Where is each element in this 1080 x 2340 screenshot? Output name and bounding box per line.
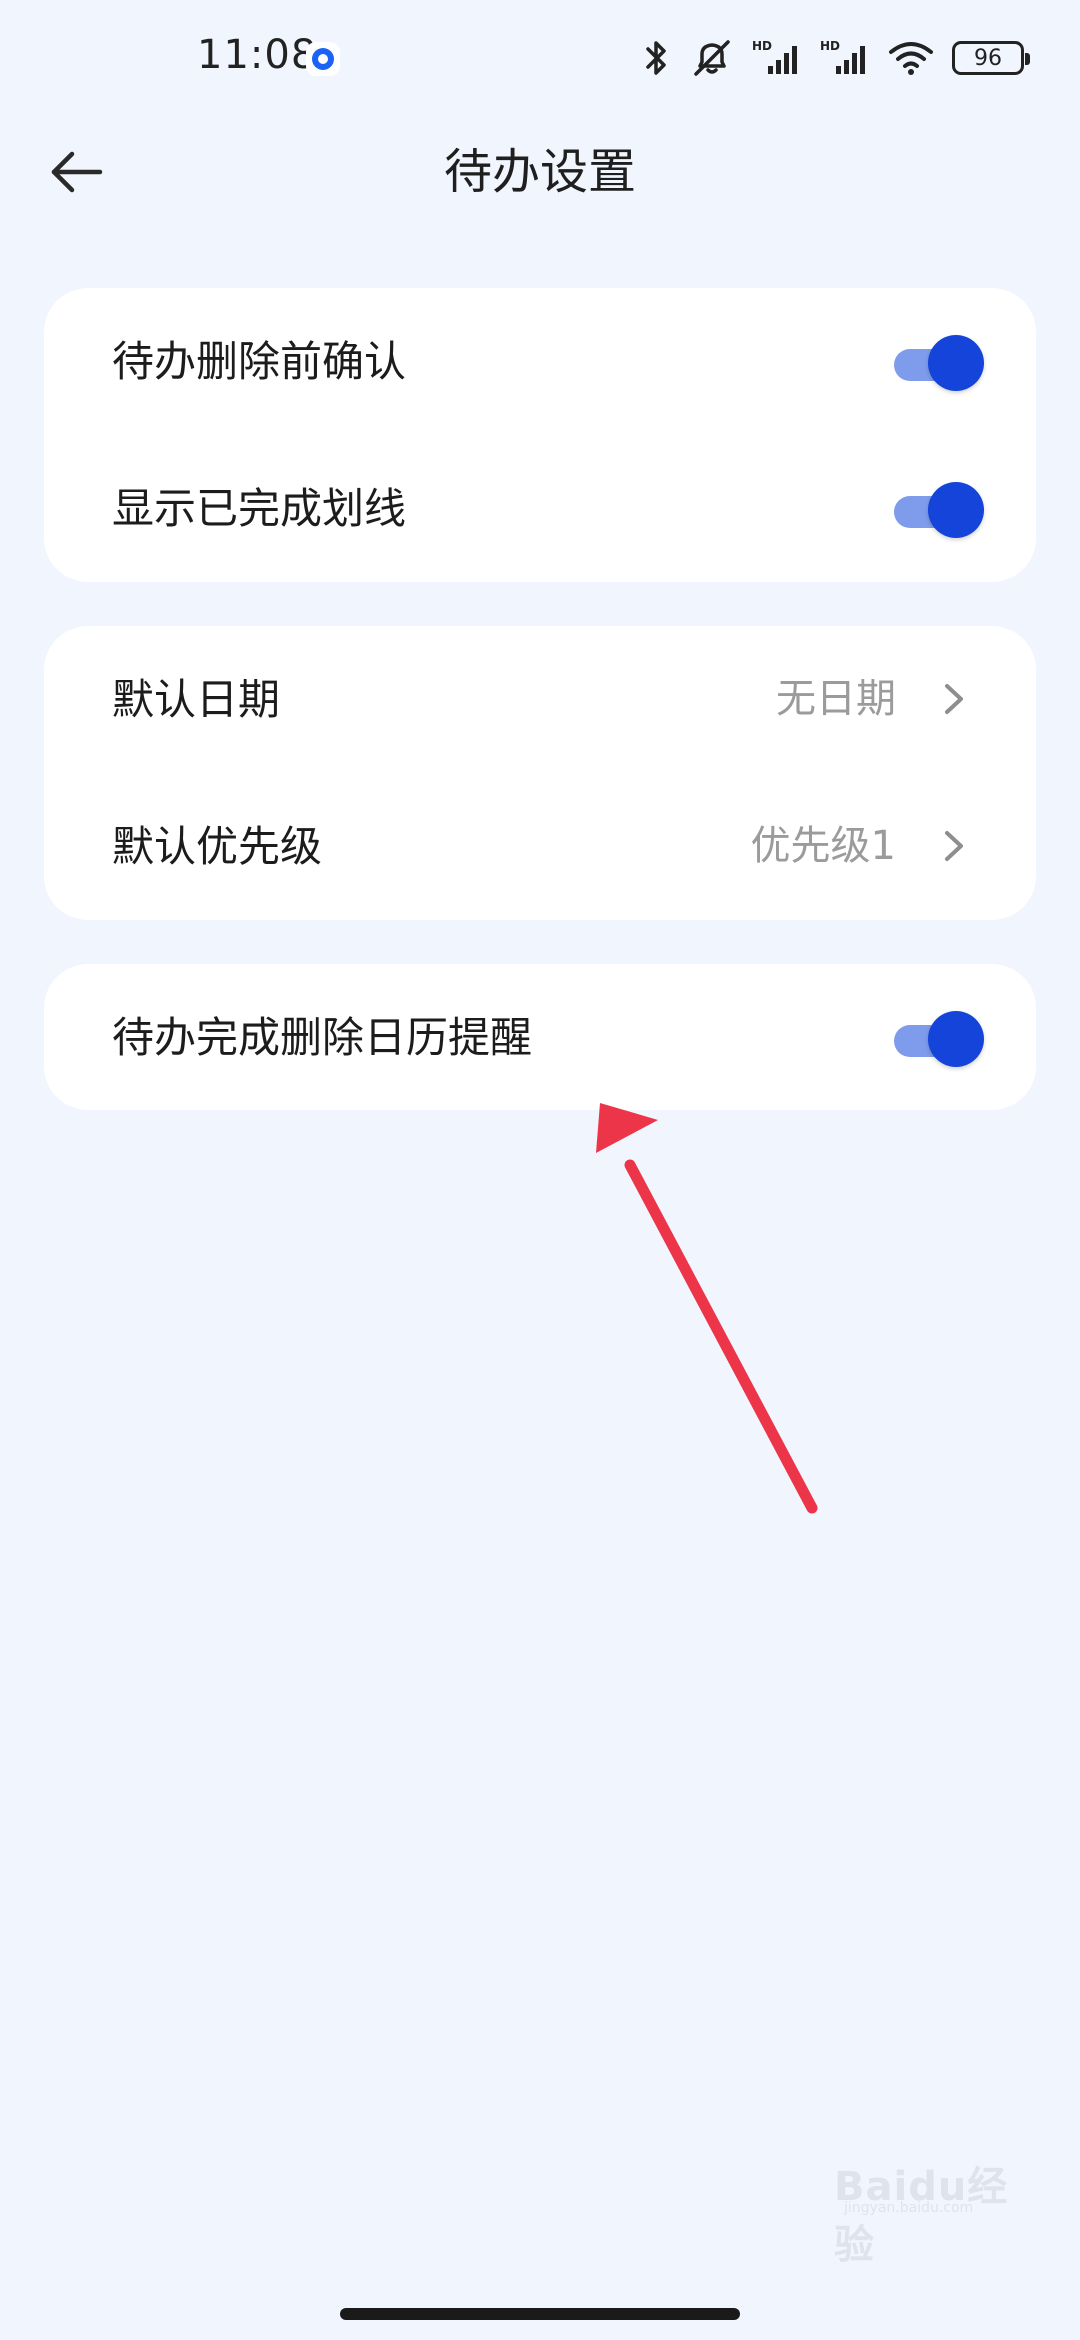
setting-label: 默认日期 [112,675,281,724]
toggle-knob [928,1011,984,1067]
home-indicator[interactable] [340,2308,740,2320]
setting-value: 优先级1 [750,823,896,869]
setting-value: 无日期 [776,676,896,722]
page-title: 待办设置 [443,144,636,200]
chevron-right-icon [945,831,963,861]
settings-card-calendar: 待办完成删除日历提醒 [44,964,1036,1110]
toggle-knob [928,482,984,538]
setting-row-delete-confirm[interactable]: 待办删除前确认 [44,288,1036,435]
status-bar: 11:08 HD HD 96 [0,0,1080,120]
hd-signal-icon: HD [752,39,797,74]
chevron-right-icon [945,684,963,714]
setting-row-strikethrough[interactable]: 显示已完成划线 [44,435,1036,582]
hd-signal-icon: HD [820,39,865,74]
battery-level: 96 [974,45,1002,71]
setting-label: 待办完成删除日历提醒 [112,1013,533,1062]
settings-card-defaults: 默认日期 无日期 默认优先级 优先级1 [44,626,1036,920]
svg-text:HD: HD [752,39,772,53]
toggle-knob [928,335,984,391]
bluetooth-icon [646,41,666,75]
calendar-reminder-toggle[interactable] [892,1011,984,1067]
svg-text:HD: HD [820,39,840,53]
setting-row-default-date[interactable]: 默认日期 无日期 [44,626,1036,773]
setting-label: 显示已完成划线 [112,484,407,533]
setting-row-default-priority[interactable]: 默认优先级 优先级1 [44,773,1036,920]
app-notification-icon [306,42,340,76]
status-icons: HD HD 96 [642,34,1030,82]
setting-row-calendar-reminder[interactable]: 待办完成删除日历提醒 [44,964,1036,1111]
settings-card-confirm: 待办删除前确认 显示已完成划线 [44,288,1036,582]
delete-confirm-toggle[interactable] [892,335,984,391]
mute-icon [694,40,730,76]
watermark-sub: jingyan.baidu.com [844,2200,974,2216]
watermark-logo: Baidu经验 jingyan.baidu.com [834,2150,1024,2268]
status-time: 11:08 [197,32,318,78]
wifi-icon [889,42,933,75]
setting-label: 待办删除前确认 [112,337,407,386]
top-app-bar: 待办设置 [0,120,1080,220]
setting-label: 默认优先级 [112,822,323,871]
strikethrough-toggle[interactable] [892,482,984,538]
battery-icon: 96 [952,41,1030,75]
